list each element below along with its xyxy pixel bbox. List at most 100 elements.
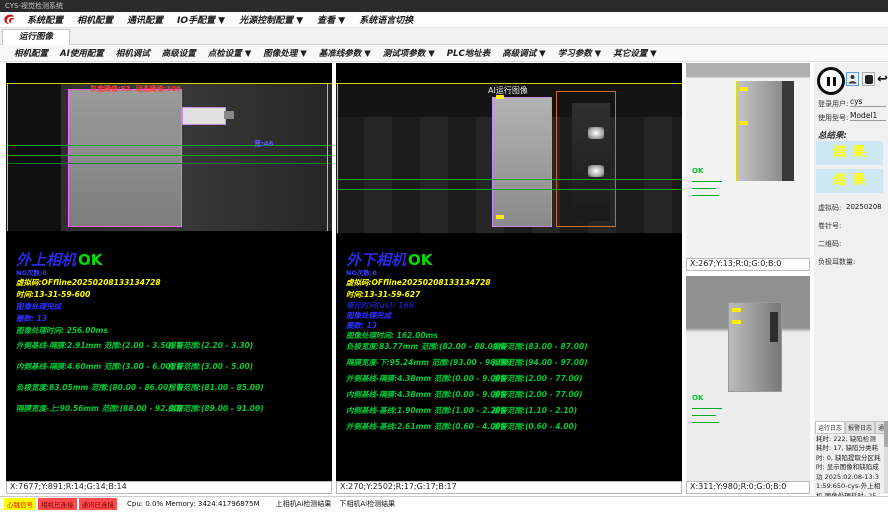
login-user-label: 登录用户: bbox=[818, 99, 848, 109]
menu-item-language-switch[interactable]: 系统语言切换 bbox=[352, 13, 420, 26]
return-arrow-icon: ↩ bbox=[877, 73, 888, 86]
heartbeat-badge: 心跳信号 bbox=[4, 498, 36, 510]
window-titlebar: CYS-视觉检测系统 bbox=[0, 0, 888, 12]
measurement-row: 隔膜宽度-下:95.24mm 范围:(93.00 - 98.00) 报警范围:(… bbox=[336, 357, 682, 369]
tool-camera-debug[interactable]: 相机调试 bbox=[110, 47, 156, 59]
pause-button[interactable] bbox=[817, 67, 845, 95]
component-dark-edge bbox=[770, 312, 778, 342]
comm-link-badge: 通讯已连接 bbox=[79, 498, 118, 510]
plate-region-overlay bbox=[492, 97, 552, 227]
virtual-code-label: 虚拟码: bbox=[818, 203, 841, 213]
alarm-range: 报警范围:(0.60 - 4.00) bbox=[492, 421, 577, 432]
yellow-mark bbox=[732, 308, 741, 312]
log-tab-run[interactable]: 运行日志 bbox=[815, 421, 845, 434]
connector-tip bbox=[224, 111, 234, 119]
upper-ai-result-text: 上相机Ai检测结果 bbox=[276, 499, 332, 509]
upper-camera-coordinates: X:7677;Y:891;R:14;G:14;B:14 bbox=[6, 481, 332, 494]
log-tab-alarm[interactable]: 报警日志 bbox=[845, 421, 875, 434]
result-box-lower: 结果 bbox=[816, 169, 883, 193]
tool-advanced-debug[interactable]: 高级调试 ▼ bbox=[496, 47, 552, 59]
tool-other-settings[interactable]: 其它设置 ▼ bbox=[607, 47, 663, 59]
user-icon bbox=[848, 74, 857, 84]
log-scrollbar-thumb[interactable] bbox=[884, 421, 888, 447]
alarm-range: 报警范围:(1.10 - 2.10) bbox=[492, 405, 577, 416]
pin-number-label: 卷针号: bbox=[818, 221, 841, 231]
result-box-upper: 结果 bbox=[816, 141, 883, 165]
switch-user-button[interactable]: ↩ bbox=[876, 72, 888, 86]
camera-view-detail-bottom[interactable]: OK bbox=[686, 276, 810, 481]
process-time-line: 图像处理时间: 256.00ms bbox=[16, 325, 108, 336]
alarm-range: 报警范围:(83.00 - 87.00) bbox=[492, 341, 588, 352]
component-dark-edge bbox=[782, 81, 794, 181]
plate-region-overlay bbox=[68, 89, 182, 227]
mini-result-ok: OK bbox=[692, 394, 703, 402]
time-line: 时间:13-31-59-600 bbox=[16, 289, 90, 300]
measurement-row: 内侧基线-基线:1.90mm 范围:(1.00 - 2.20) 报警范围:(1.… bbox=[336, 405, 682, 417]
bright-spot bbox=[588, 127, 604, 139]
measurement-value: 负极宽度:83.05mm 范围:(80.00 - 86.00) bbox=[16, 382, 172, 393]
turns-line: 圈数: 13 bbox=[16, 313, 47, 324]
toolbar: 相机配置 AI使用配置 相机调试 高级设置 点检设置 ▼ 图像处理 ▼ 基准线参… bbox=[0, 45, 888, 62]
alarm-range: 报警范围:(89.00 - 91.00) bbox=[168, 403, 264, 414]
camera-icon bbox=[865, 75, 873, 84]
tool-baseline-params[interactable]: 基准线参数 ▼ bbox=[313, 47, 377, 59]
login-user-value: cys bbox=[850, 97, 886, 107]
menu-item-light-config[interactable]: 光源控制配置 ▼ bbox=[232, 13, 310, 26]
dark-block bbox=[572, 103, 610, 221]
time-line: 时间:13-31-59-627 bbox=[346, 289, 420, 300]
width-tag-annotation: 宽:46 bbox=[254, 139, 274, 149]
menu-item-view[interactable]: 查看 ▼ bbox=[310, 13, 352, 26]
camera-status: OK bbox=[78, 251, 102, 269]
tool-camera-config[interactable]: 相机配置 bbox=[8, 47, 54, 59]
tool-ai-usage-config[interactable]: AI使用配置 bbox=[54, 47, 110, 59]
camera-view-lower[interactable]: AI运行图像 外下相机OK NG次数:0 虚拟码:OFfline20250208… bbox=[336, 63, 682, 481]
camera-link-badge: 相机已连接 bbox=[38, 498, 77, 510]
measurement-row: 负极宽度:83.77mm 范围:(82.00 - 88.00) 报警范围:(83… bbox=[336, 341, 682, 353]
tab-run-image[interactable]: 运行图像 bbox=[2, 29, 70, 45]
alarm-range: 报警范围:(3.00 - 5.00) bbox=[168, 361, 253, 372]
camera-view-upper[interactable]: 灰度阈值:93, 动态阈值:100 宽:46 外上相机OK NG次数:0 虚拟码… bbox=[6, 63, 332, 481]
alarm-range: 报警范围:(2.20 - 3.30) bbox=[168, 340, 253, 351]
alarm-range: 报警范围:(81.00 - 85.00) bbox=[168, 382, 264, 393]
yellow-mark bbox=[740, 121, 748, 125]
menu-item-comm-config[interactable]: 通讯配置 bbox=[120, 13, 170, 26]
tool-test-params[interactable]: 测试项参数 ▼ bbox=[377, 47, 441, 59]
upper-camera-image: 灰度阈值:93, 动态阈值:100 宽:46 bbox=[6, 83, 332, 231]
measurement-row: 内侧基线-隔膜:4.38mm 范围:(0.00 - 9.00) 报警范围:(2.… bbox=[336, 389, 682, 401]
measurement-value: 外侧基线-隔膜:4.38mm 范围:(0.00 - 9.00) bbox=[346, 373, 504, 384]
alarm-range: 报警范围:(2.00 - 77.00) bbox=[492, 373, 582, 384]
lower-camera-image: AI运行图像 bbox=[336, 83, 682, 233]
measurement-value: 负极宽度:83.77mm 范围:(82.00 - 88.00) bbox=[346, 341, 502, 352]
camera-status: OK bbox=[408, 251, 432, 269]
user-login-button[interactable] bbox=[846, 72, 859, 86]
coords-text: X:267;Y:13;R:0;G:0;B:0 bbox=[690, 259, 781, 268]
side-panel: ↩ 登录用户: cys 使用型号: Model1 总结果: 结果 结果 虚拟码:… bbox=[814, 63, 888, 494]
lower-ai-result-text: 下相机Ai检测结果 bbox=[339, 499, 395, 509]
tool-spot-check[interactable]: 点检设置 ▼ bbox=[202, 47, 258, 59]
measurement-value: 外侧基线-基线:2.61mm 范围:(0.60 - 4.00) bbox=[346, 421, 504, 432]
measurement-value: 内侧基线-基线:1.90mm 范围:(1.00 - 2.20) bbox=[346, 405, 504, 416]
camera-tool-button[interactable] bbox=[862, 72, 875, 86]
camera-view-detail-top[interactable]: OK bbox=[686, 63, 810, 258]
coords-text: X:311;Y:980;R:0;G:0;B:0 bbox=[690, 482, 786, 491]
tool-plc-address[interactable]: PLC地址表 bbox=[441, 47, 496, 59]
lower-camera-coordinates: X:270;Y:2502;R:17;G:17;B:17 bbox=[336, 481, 682, 494]
menu-item-io-config[interactable]: IO手配置 ▼ bbox=[170, 13, 232, 26]
log-tab-strip: 运行日志 报警日志 通讯日志 bbox=[815, 421, 888, 434]
measurement-value: 隔膜宽度-上:90.56mm 范围:(88.00 - 92.00) bbox=[16, 403, 182, 414]
menu-item-system-config[interactable]: 系统配置 bbox=[20, 13, 70, 26]
tool-learning-params[interactable]: 学习参数 ▼ bbox=[552, 47, 608, 59]
tool-advanced-settings[interactable]: 高级设置 bbox=[156, 47, 202, 59]
ng-count: NG次数:0 bbox=[346, 267, 377, 277]
threshold-annotation: 灰度阈值:93, 动态阈值:100 bbox=[90, 84, 181, 94]
component-region bbox=[736, 81, 784, 181]
measurement-row: 隔膜宽度-上:90.56mm 范围:(88.00 - 92.00) 报警范围:(… bbox=[6, 403, 332, 415]
measurement-row: 负极宽度:83.05mm 范围:(80.00 - 86.00) 报警范围:(81… bbox=[6, 382, 332, 394]
measurement-value: 内侧基线-隔膜:4.38mm 范围:(0.00 - 9.00) bbox=[346, 389, 504, 400]
tool-image-process[interactable]: 图像处理 ▼ bbox=[257, 47, 313, 59]
yellow-mark bbox=[732, 320, 741, 324]
menu-item-camera-config[interactable]: 相机配置 bbox=[70, 13, 120, 26]
yellow-mark bbox=[740, 87, 748, 91]
measurement-row: 外侧基线-基线:2.61mm 范围:(0.60 - 4.00) 报警范围:(0.… bbox=[336, 421, 682, 433]
connector-overlay bbox=[182, 107, 226, 125]
